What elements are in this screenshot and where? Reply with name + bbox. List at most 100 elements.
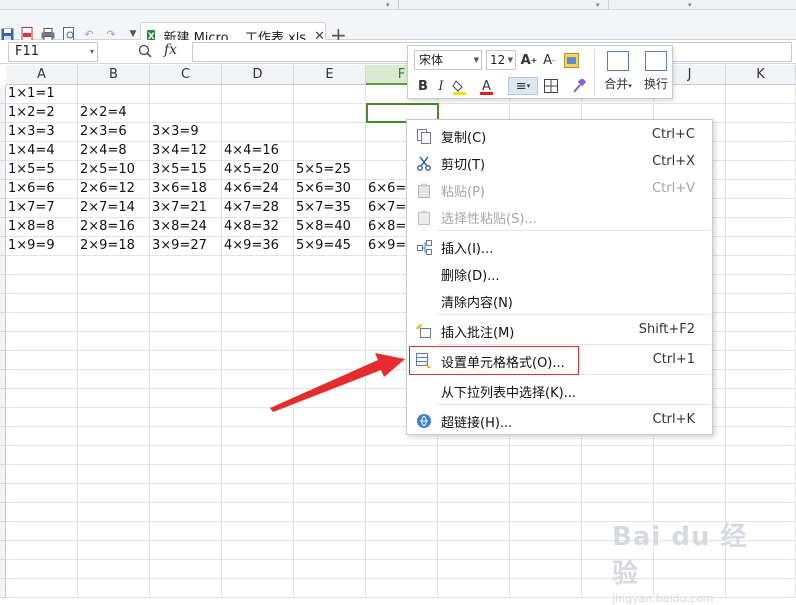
menu-item-6[interactable]: 删除(D)... (407, 261, 712, 287)
grid-cell[interactable] (510, 503, 582, 522)
strip-dropdown[interactable]: ▾ (386, 1, 390, 9)
column-header-c[interactable]: C (150, 65, 222, 85)
grid-cell[interactable] (222, 370, 294, 389)
grid-cell[interactable] (438, 484, 510, 503)
grid-cell[interactable]: 1×1=1 (6, 85, 78, 104)
grid-cell[interactable]: 4×4=16 (222, 142, 294, 161)
grid-cell[interactable] (294, 294, 366, 313)
grid-cell[interactable] (294, 579, 366, 598)
grid-cell[interactable] (150, 104, 222, 123)
grid-cell[interactable] (78, 332, 150, 351)
grid-cell[interactable]: 4×7=28 (222, 199, 294, 218)
grid-cell[interactable] (150, 465, 222, 484)
grid-cell[interactable] (6, 427, 78, 446)
grid-cell[interactable] (6, 446, 78, 465)
print-preview-icon[interactable] (62, 27, 76, 41)
grid-cell[interactable] (150, 294, 222, 313)
grid-cell[interactable] (6, 522, 78, 541)
grid-cell[interactable] (294, 484, 366, 503)
grid-cell[interactable] (78, 275, 150, 294)
grid-cell[interactable]: 1×2=2 (6, 104, 78, 123)
wrap-text-button[interactable]: 换行 (636, 50, 676, 96)
grid-cell[interactable] (150, 541, 222, 560)
grid-cell[interactable] (6, 484, 78, 503)
grid-cell[interactable] (294, 275, 366, 294)
grid-cell[interactable] (150, 522, 222, 541)
grid-cell[interactable]: 4×6=24 (222, 180, 294, 199)
grid-cell[interactable] (6, 351, 78, 370)
grid-cell[interactable] (438, 522, 510, 541)
grid-cell[interactable] (438, 579, 510, 598)
grid-cell[interactable]: 1×6=6 (6, 180, 78, 199)
menu-item-2[interactable]: 剪切(T) Ctrl+X (407, 150, 712, 176)
grid-cell[interactable] (222, 522, 294, 541)
grid-cell[interactable]: 2×2=4 (78, 104, 150, 123)
grid-cell[interactable] (726, 85, 796, 104)
grid-cell[interactable] (6, 389, 78, 408)
grid-cell[interactable] (6, 541, 78, 560)
grid-cell[interactable] (294, 465, 366, 484)
grid-cell[interactable] (366, 579, 438, 598)
grid-cell[interactable]: 1×5=5 (6, 161, 78, 180)
grid-cell[interactable] (78, 408, 150, 427)
menu-item-3[interactable]: 粘贴(P) Ctrl+V (407, 177, 712, 203)
font-size-select[interactable]: 12 ▼ (486, 50, 516, 70)
grid-cell[interactable] (294, 427, 366, 446)
grid-cell[interactable] (150, 313, 222, 332)
grid-cell[interactable] (222, 408, 294, 427)
save-icon[interactable] (0, 27, 14, 41)
grid-cell[interactable]: 1×3=3 (6, 123, 78, 142)
undo-icon[interactable]: ↶ (82, 27, 96, 41)
export-pdf-icon[interactable] (20, 27, 34, 41)
grid-cell[interactable]: 3×9=27 (150, 237, 222, 256)
grid-cell[interactable]: 5×6=30 (294, 180, 366, 199)
grid-cell[interactable] (726, 351, 796, 370)
grid-cell[interactable] (294, 313, 366, 332)
grid-cell[interactable] (78, 370, 150, 389)
font-color-icon[interactable]: A (478, 77, 496, 95)
grid-cell[interactable]: 2×7=14 (78, 199, 150, 218)
merge-button[interactable]: 合并▾ (598, 50, 638, 96)
grid-cell[interactable] (726, 408, 796, 427)
grid-cell[interactable] (6, 256, 78, 275)
strip-dropdown[interactable]: ▾ (688, 1, 692, 9)
grid-cell[interactable] (6, 332, 78, 351)
grid-cell[interactable] (294, 142, 366, 161)
column-header-k[interactable]: K (726, 65, 796, 85)
grid-cell[interactable] (726, 294, 796, 313)
grid-cell[interactable] (78, 522, 150, 541)
grid-cell[interactable] (222, 256, 294, 275)
grid-cell[interactable] (294, 256, 366, 275)
grid-cell[interactable]: 1×7=7 (6, 199, 78, 218)
grid-cell[interactable] (294, 104, 366, 123)
grid-cell[interactable] (78, 351, 150, 370)
grid-cell[interactable] (294, 560, 366, 579)
grid-cell[interactable]: 2×9=18 (78, 237, 150, 256)
decrease-font-icon[interactable]: A- (540, 51, 558, 69)
grid-cell[interactable] (582, 465, 654, 484)
grid-cell[interactable]: 1×9=9 (6, 237, 78, 256)
grid-cell[interactable] (726, 256, 796, 275)
grid-cell[interactable] (726, 389, 796, 408)
menu-item-7[interactable]: 清除内容(N) (407, 288, 712, 314)
grid-cell[interactable] (78, 484, 150, 503)
grid-cell[interactable]: 3×4=12 (150, 142, 222, 161)
grid-cell[interactable] (78, 560, 150, 579)
grid-cell[interactable] (294, 446, 366, 465)
grid-cell[interactable] (78, 541, 150, 560)
grid-cell[interactable] (6, 579, 78, 598)
grid-cell[interactable] (78, 465, 150, 484)
grid-cell[interactable] (78, 256, 150, 275)
grid-cell[interactable] (294, 541, 366, 560)
grid-cell[interactable] (726, 237, 796, 256)
menu-item-5[interactable]: 插入(I)... (407, 234, 712, 260)
grid-cell[interactable] (726, 427, 796, 446)
grid-cell[interactable] (78, 294, 150, 313)
grid-cell[interactable]: 2×3=6 (78, 123, 150, 142)
grid-cell[interactable] (78, 446, 150, 465)
grid-cell[interactable] (582, 484, 654, 503)
grid-cell[interactable] (510, 484, 582, 503)
grid-cell[interactable] (294, 389, 366, 408)
grid-cell[interactable]: 3×6=18 (150, 180, 222, 199)
grid-cell[interactable] (222, 332, 294, 351)
